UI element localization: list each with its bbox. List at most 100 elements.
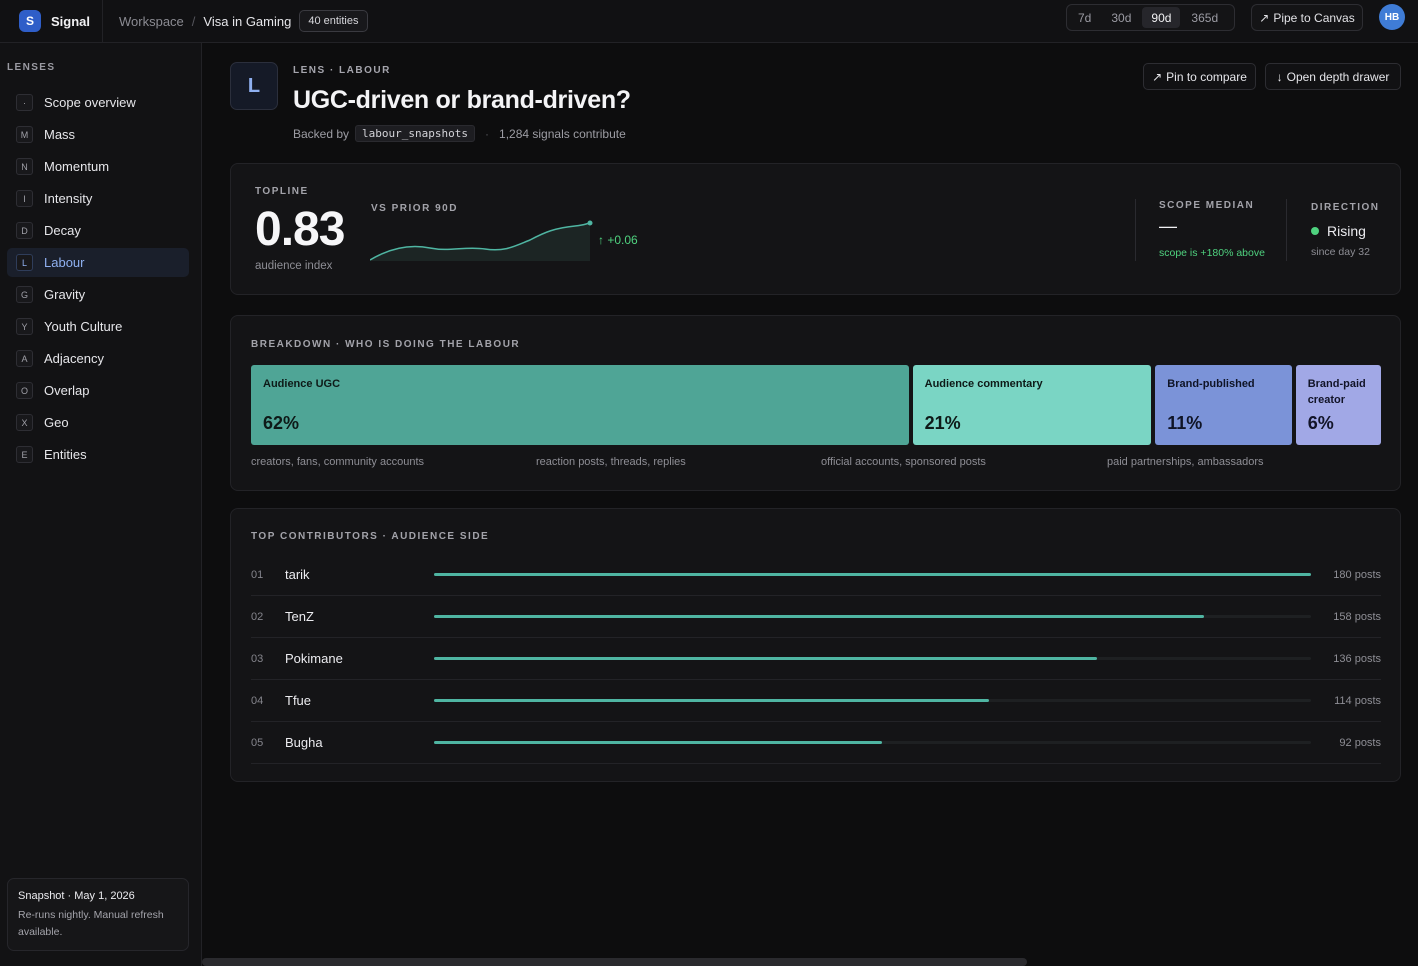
open-depth-drawer-button[interactable]: ↓ Open depth drawer (1265, 63, 1401, 90)
sidebar-item-mass[interactable]: M Mass (7, 120, 189, 149)
sidebar-item-label: Scope overview (44, 95, 136, 110)
brand[interactable]: S Signal (0, 0, 103, 42)
breakdown-label: BREAKDOWN · WHO IS DOING THE LABOUR (251, 339, 521, 350)
contributors-card: TOP CONTRIBUTORS · AUDIENCE SIDE 01 tari… (230, 508, 1401, 782)
sidebar-item-scope-overview[interactable]: · Scope overview (7, 88, 189, 117)
sidebar-item-label: Overlap (44, 383, 90, 398)
sidebar-item-adjacency[interactable]: A Adjacency (7, 344, 189, 373)
lens-badge-icon: Y (16, 318, 33, 335)
time-range-selector: 7d 30d 90d 365d (1066, 4, 1235, 31)
sidebar-item-entities[interactable]: E Entities (7, 440, 189, 469)
sidebar-item-geo[interactable]: X Geo (7, 408, 189, 437)
range-30d[interactable]: 30d (1102, 7, 1140, 28)
horizontal-scrollbar[interactable] (202, 958, 1027, 966)
list-item[interactable]: 02 TenZ 158 posts (251, 596, 1381, 638)
segment-description: official accounts, sponsored posts (821, 456, 986, 468)
arrow-up-right-icon: ↗ (1152, 69, 1163, 84)
segment-audience-ugc[interactable]: Audience UGC 62% (251, 365, 909, 445)
sidebar-item-label: Adjacency (44, 351, 104, 366)
range-365d[interactable]: 365d (1182, 7, 1227, 28)
contributor-posts: 136 posts (1333, 652, 1381, 665)
list-item[interactable]: 04 Tfue 114 posts (251, 680, 1381, 722)
lens-badge-icon: E (16, 446, 33, 463)
breakdown-card: BREAKDOWN · WHO IS DOING THE LABOUR Audi… (230, 315, 1401, 491)
sidebar-item-labour[interactable]: L Labour (7, 248, 189, 277)
segment-description: creators, fans, community accounts (251, 456, 425, 468)
delta-value: ↑ +0.06 (598, 233, 638, 247)
contributor-bar-fill (434, 699, 990, 702)
breadcrumb-current[interactable]: Visa in Gaming (203, 14, 291, 29)
contributor-name: Pokimane (285, 651, 343, 666)
backed-by-line: Backed by labour_snapshots · 1,284 signa… (293, 125, 626, 142)
contributor-bar-fill (434, 657, 1097, 660)
topline-label: TOPLINE (255, 186, 309, 197)
arrow-down-icon: ↓ (1276, 69, 1283, 84)
lens-badge-icon: X (16, 414, 33, 431)
lens-badge-icon: D (16, 222, 33, 239)
segment-label: Brand-paid creator (1307, 378, 1366, 406)
sidebar-item-label: Labour (44, 255, 85, 270)
sidebar-item-overlap[interactable]: O Overlap (7, 376, 189, 405)
contributor-name: TenZ (285, 609, 314, 624)
contributor-posts: 114 posts (1334, 694, 1381, 707)
lens-badge-icon: A (16, 350, 33, 367)
open-depth-drawer-label: Open depth drawer (1286, 69, 1390, 84)
segment-description: paid partnerships, ambassadors (1107, 456, 1264, 468)
breadcrumb: Workspace / Visa in Gaming 40 entities (103, 10, 368, 32)
sparkline-endpoint (587, 220, 593, 226)
segment-pct: 6% (1307, 413, 1334, 433)
contributor-bar-track (434, 699, 1311, 702)
pin-to-compare-button[interactable]: ↗ Pin to compare (1143, 63, 1256, 90)
sidebar-item-label: Momentum (44, 159, 110, 174)
range-90d[interactable]: 90d (1142, 7, 1181, 28)
page-title: UGC-driven or brand-driven? (293, 86, 631, 114)
segment-label: Brand-published (1167, 378, 1255, 390)
list-item[interactable]: 01 tarik 180 posts (251, 554, 1381, 596)
contributor-bar-fill (434, 573, 1311, 576)
direction-value: Rising (1327, 223, 1366, 239)
contributor-name: tarik (285, 567, 310, 582)
list-item[interactable]: 05 Bugha 92 posts (251, 722, 1381, 764)
contributors-list: 01 tarik 180 posts 02 TenZ 158 posts 03 … (251, 554, 1381, 764)
pipe-to-canvas-label: Pipe to Canvas (1273, 10, 1355, 25)
user-avatar[interactable]: HB (1379, 4, 1405, 30)
range-7d[interactable]: 7d (1069, 7, 1100, 28)
segment-brand-published[interactable]: Brand-published 11% (1155, 365, 1292, 445)
contributor-bar-track (434, 657, 1311, 660)
contributor-bar-track (434, 573, 1311, 576)
topline-card: TOPLINE 0.83 audience index VS PRIOR 90D… (230, 163, 1401, 295)
breadcrumb-workspace[interactable]: Workspace (119, 14, 184, 29)
direction-note: since day 32 (1311, 246, 1370, 258)
separator-dot: · (485, 126, 490, 141)
sidebar-item-label: Mass (44, 127, 76, 142)
lens-badge-icon: N (16, 158, 33, 175)
contributor-name: Tfue (285, 693, 312, 708)
scope-note: scope is +180% above (1159, 247, 1265, 259)
list-item[interactable]: 03 Pokimane 136 posts (251, 638, 1381, 680)
segment-brand-paid-creator[interactable]: Brand-paid creator 6% (1295, 365, 1381, 445)
segment-audience-commentary[interactable]: Audience commentary 21% (912, 365, 1152, 445)
segment-pct: 11% (1167, 413, 1203, 433)
breadcrumb-separator: / (191, 13, 196, 29)
status-dot-icon (1311, 227, 1319, 235)
pipe-to-canvas-button[interactable]: ↗ Pipe to Canvas (1251, 4, 1363, 31)
sidebar-item-intensity[interactable]: I Intensity (7, 184, 189, 213)
lens-badge-icon: L (16, 254, 33, 271)
sidebar-item-label: Geo (44, 415, 69, 430)
sidebar-item-label: Decay (44, 223, 81, 238)
sidebar-item-label: Entities (44, 447, 87, 462)
entities-count-pill[interactable]: 40 entities (299, 10, 368, 32)
pin-to-compare-label: Pin to compare (1166, 69, 1247, 84)
segment-pct: 21% (924, 413, 961, 433)
sidebar-item-gravity[interactable]: G Gravity (7, 280, 189, 309)
lens-badge-icon: O (16, 382, 33, 399)
contributor-posts: 158 posts (1333, 610, 1381, 623)
snapshot-card: Snapshot · May 1, 2026 Re-runs nightly. … (7, 878, 189, 951)
sidebar-item-decay[interactable]: D Decay (7, 216, 189, 245)
snapshot-body: Re-runs nightly. Manual refresh availabl… (18, 909, 164, 938)
divider (1135, 199, 1136, 261)
sidebar-item-youth-culture[interactable]: Y Youth Culture (7, 312, 189, 341)
app-name: Signal (51, 13, 91, 29)
sidebar-item-momentum[interactable]: N Momentum (7, 152, 189, 181)
segment-label: Audience commentary (924, 378, 1043, 390)
